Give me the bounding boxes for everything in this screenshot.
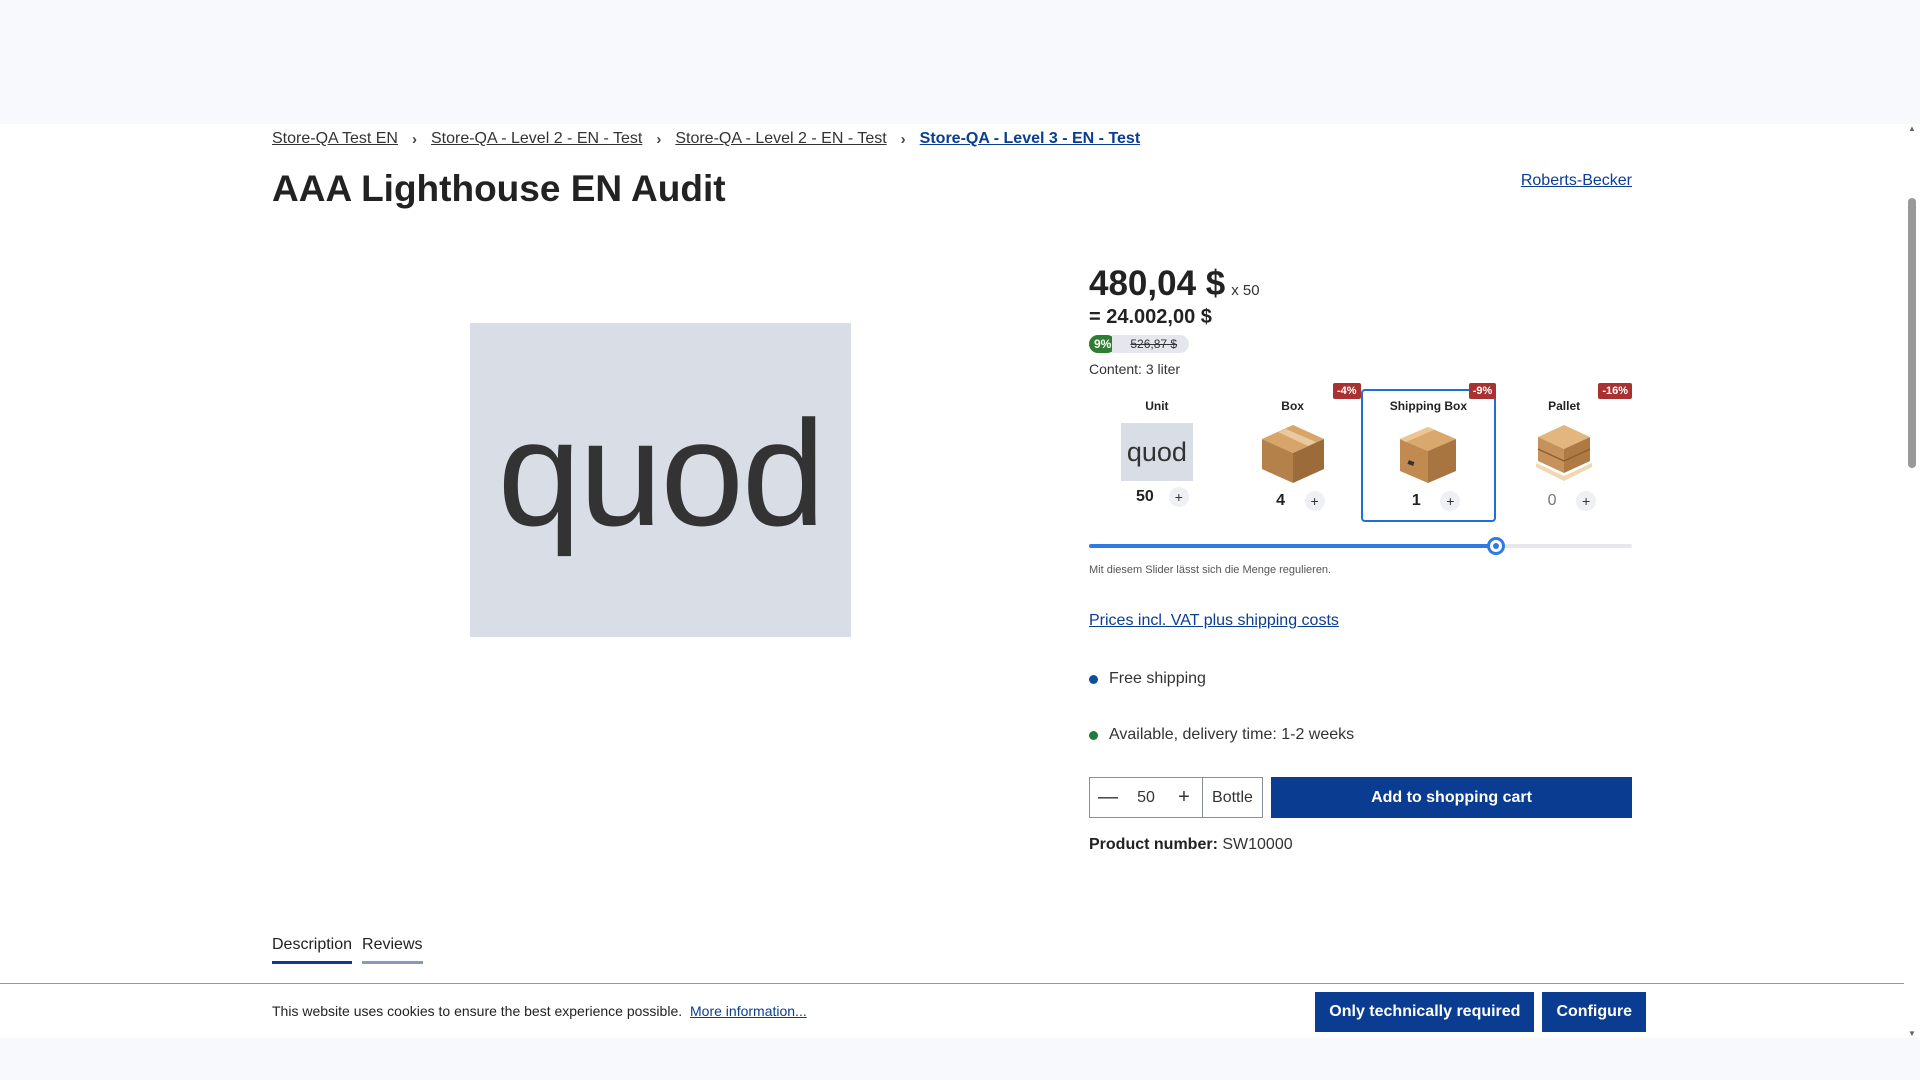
product-title: AAA Lighthouse EN Audit — [272, 168, 726, 209]
unit-image-text: quod — [1126, 436, 1187, 467]
product-image-text: quod — [497, 389, 826, 557]
pack-qty-row: 1 + — [1363, 491, 1495, 511]
add-to-cart-form: — 50 + Bottle Add to shopping cart — [1089, 777, 1632, 818]
minus-button[interactable]: — — [1090, 786, 1126, 809]
breadcrumb-item-2[interactable]: Store-QA - Level 2 - EN - Test — [431, 130, 642, 148]
chevron-right-icon: › — [411, 130, 417, 148]
price-multiplier: x 50 — [1231, 282, 1260, 299]
bullet-icon — [1089, 674, 1098, 684]
product-page: Store-QA Test EN › Store-QA - Level 2 - … — [0, 124, 1904, 1038]
old-price: 526,87 $ — [1112, 335, 1190, 353]
manufacturer-link[interactable]: Roberts-Becker — [1521, 172, 1632, 190]
plus-icon[interactable]: + — [1168, 487, 1189, 507]
pack-qty: 0 — [1547, 492, 1557, 509]
slider-hint: Mit diesem Slider lässt sich die Menge r… — [1089, 564, 1332, 576]
pack-box[interactable]: Box -4% 4 + — [1225, 383, 1361, 522]
product-number-value: SW10000 — [1222, 836, 1293, 853]
unit-placeholder-image: quod — [1120, 423, 1193, 481]
quantity-slider[interactable] — [1089, 536, 1632, 556]
cookie-text: This website uses cookies to ensure the … — [272, 1003, 683, 1019]
cookie-bar: This website uses cookies to ensure the … — [0, 983, 1904, 1038]
pack-discount-badge: -4% — [1332, 383, 1361, 399]
availability-text: Available, delivery time: 1-2 weeks — [1109, 726, 1355, 743]
status-dot-icon — [1089, 730, 1098, 740]
product-tabs: Description Reviews — [272, 936, 433, 964]
product-number-label: Product number: — [1089, 836, 1218, 853]
pack-selector: Unit quod 50 + Box -4% 4 + Shipping Box … — [1089, 383, 1632, 522]
breadcrumb: Store-QA Test EN › Store-QA - Level 2 - … — [272, 130, 1140, 148]
pallet-icon — [1528, 421, 1600, 485]
plus-icon[interactable]: + — [1576, 491, 1597, 511]
availability-info: Available, delivery time: 1-2 weeks — [1089, 726, 1632, 744]
cookie-text-wrap: This website uses cookies to ensure the … — [272, 1003, 807, 1019]
pack-qty-row: 50 + — [1091, 487, 1223, 507]
only-required-button[interactable]: Only technically required — [1315, 992, 1535, 1032]
pack-discount-badge: -16% — [1598, 383, 1632, 399]
pack-discount-badge: -9% — [1468, 383, 1497, 399]
pack-shipping-box[interactable]: Shipping Box -9% 1 + — [1360, 383, 1497, 522]
scroll-down-icon[interactable]: ▼ — [1908, 1029, 1916, 1038]
total-price: = 24.002,00 $ — [1089, 306, 1212, 328]
scrollbar-thumb[interactable] — [1908, 198, 1916, 468]
configure-button[interactable]: Configure — [1542, 992, 1646, 1032]
tab-reviews[interactable]: Reviews — [362, 936, 423, 964]
price-row: 480,04 $ x 50 — [1089, 264, 1632, 304]
plus-button[interactable]: + — [1166, 786, 1202, 809]
shipping-text: Free shipping — [1109, 670, 1206, 687]
slider-fill — [1089, 544, 1497, 548]
product-number: Product number: SW10000 — [1089, 836, 1632, 854]
chevron-right-icon: › — [656, 130, 662, 148]
breadcrumb-item-current[interactable]: Store-QA - Level 3 - EN - Test — [920, 130, 1140, 148]
unit-price: 480,04 $ — [1089, 264, 1226, 303]
box-icon — [1257, 421, 1329, 485]
pack-label: Pallet — [1548, 399, 1581, 413]
slider-thumb[interactable] — [1487, 537, 1506, 555]
pack-qty: 1 — [1411, 492, 1421, 509]
cookie-more-info-link[interactable]: More information... — [690, 1003, 807, 1019]
add-to-cart-button[interactable]: Add to shopping cart — [1271, 777, 1632, 818]
plus-icon[interactable]: + — [1304, 491, 1325, 511]
pack-qty: 50 — [1135, 488, 1154, 505]
quantity-input[interactable]: 50 — [1126, 789, 1166, 807]
pack-label: Shipping Box — [1389, 399, 1468, 413]
quantity-stepper: — 50 + Bottle — [1089, 777, 1263, 818]
shipping-box-icon — [1392, 421, 1464, 485]
quantity-unit: Bottle — [1202, 778, 1262, 817]
scrollbar[interactable]: ▲ ▼ — [1904, 124, 1920, 1038]
plus-icon[interactable]: + — [1440, 491, 1461, 511]
shipping-info: Free shipping — [1089, 670, 1632, 688]
vat-shipping-link[interactable]: Prices incl. VAT plus shipping costs — [1089, 612, 1632, 630]
buy-box: 480,04 $ x 50 = 24.002,00 $ 9% 526,87 $ … — [1089, 264, 1632, 854]
content-info: Content: 3 liter — [1089, 361, 1181, 377]
pack-qty-row: 4 + — [1227, 491, 1359, 511]
pack-qty: 4 — [1276, 492, 1286, 509]
chevron-right-icon: › — [900, 130, 906, 148]
breadcrumb-item-3[interactable]: Store-QA - Level 2 - EN - Test — [675, 130, 886, 148]
pack-label: Unit — [1145, 399, 1169, 413]
product-image[interactable]: quod — [470, 323, 851, 637]
pack-pallet[interactable]: Pallet -16% 0 + — [1496, 383, 1632, 522]
discount-row: 9% 526,87 $ — [1089, 335, 1632, 353]
tab-description[interactable]: Description — [272, 936, 353, 964]
cookie-buttons: Only technically required Configure — [1307, 992, 1646, 1032]
pack-qty-row: 0 + — [1498, 491, 1630, 511]
pack-unit[interactable]: Unit quod 50 + — [1089, 389, 1225, 522]
pack-label: Box — [1281, 399, 1304, 413]
breadcrumb-item-1[interactable]: Store-QA Test EN — [272, 130, 398, 148]
scroll-up-icon[interactable]: ▲ — [1908, 124, 1916, 133]
